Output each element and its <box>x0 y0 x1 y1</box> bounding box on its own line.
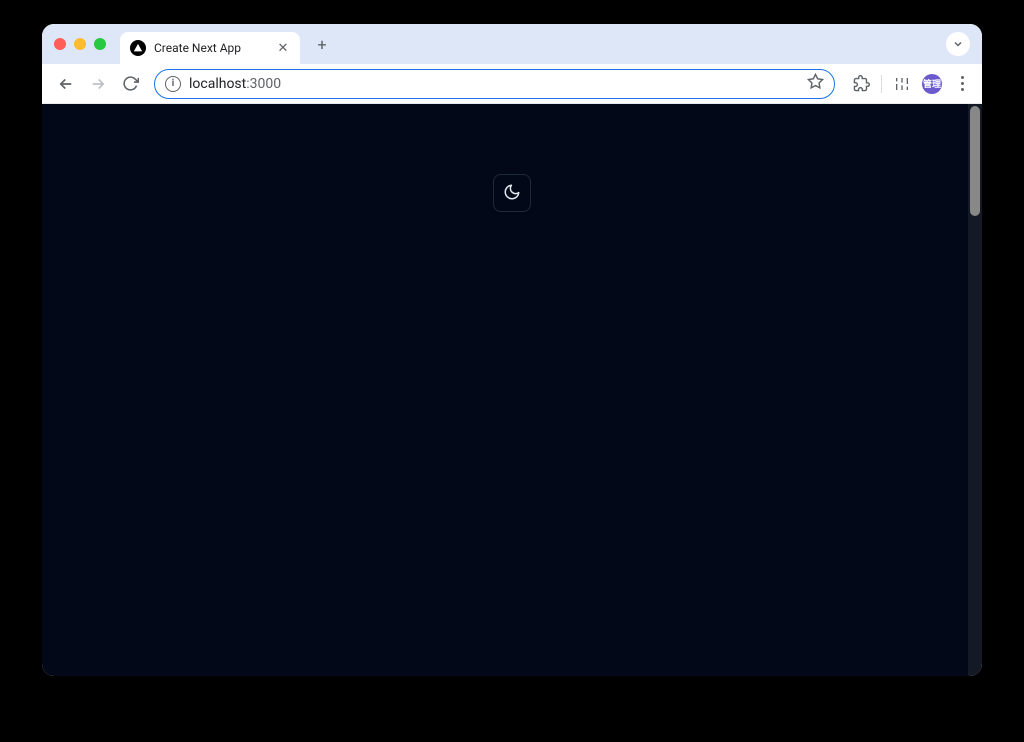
tab-search-button[interactable] <box>946 32 970 56</box>
site-info-icon[interactable]: i <box>165 76 181 92</box>
page-viewport <box>42 104 982 676</box>
back-button[interactable] <box>52 70 80 98</box>
toolbar-right: 管理 <box>845 74 972 94</box>
scrollbar-thumb[interactable] <box>970 106 980 216</box>
forward-button[interactable] <box>84 70 112 98</box>
tab-title: Create Next App <box>154 41 268 55</box>
address-bar[interactable]: i localhost:3000 <box>154 69 835 99</box>
extensions-icon[interactable] <box>851 74 871 94</box>
theme-toggle-button[interactable] <box>493 174 531 212</box>
tab-strip: Create Next App ✕ + <box>42 24 982 64</box>
page-content <box>42 104 982 645</box>
bar-chart <box>97 240 927 645</box>
scrollbar-track[interactable] <box>968 104 982 676</box>
next-favicon-icon <box>130 40 146 56</box>
profile-avatar[interactable]: 管理 <box>922 74 942 94</box>
browser-window: Create Next App ✕ + i localhost:3000 <box>42 24 982 676</box>
browser-tab[interactable]: Create Next App ✕ <box>120 32 300 64</box>
url-host: localhost <box>189 76 246 92</box>
browser-toolbar: i localhost:3000 管理 <box>42 64 982 104</box>
close-window-button[interactable] <box>54 38 66 50</box>
browser-menu-icon[interactable] <box>952 74 972 94</box>
moon-icon <box>503 183 521 204</box>
minimize-window-button[interactable] <box>74 38 86 50</box>
new-tab-button[interactable]: + <box>308 30 336 58</box>
toolbar-divider <box>881 75 882 93</box>
maximize-window-button[interactable] <box>94 38 106 50</box>
close-tab-icon[interactable]: ✕ <box>276 41 290 55</box>
window-controls <box>54 38 106 50</box>
bookmark-star-icon[interactable] <box>807 73 824 94</box>
media-controls-icon[interactable] <box>892 74 912 94</box>
url-text: localhost:3000 <box>189 76 799 92</box>
url-port: :3000 <box>246 76 281 92</box>
reload-button[interactable] <box>116 70 144 98</box>
